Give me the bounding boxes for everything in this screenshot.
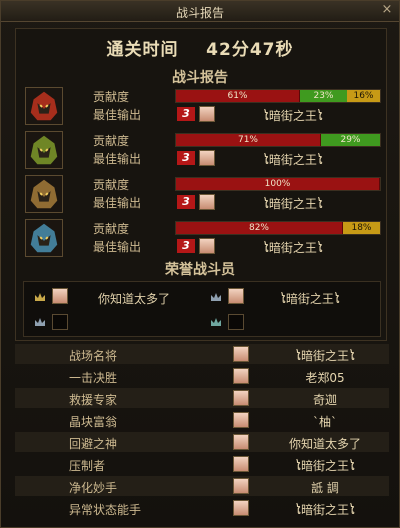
best-output-name: ໄ暗街之王ໄ [263, 241, 323, 255]
contribution-segment: 29% [321, 134, 380, 146]
award-row: 晶块富翁 `柚` [15, 410, 389, 430]
award-row: 回避之神 你知道太多了 [15, 432, 389, 452]
player-row: 贡献度 最佳输出 61% 23% 16% 3 ໄ暗街之王ໄ [23, 87, 383, 125]
contribution-segment: 82% [176, 222, 343, 234]
best-output-label: 最佳输出 [93, 196, 142, 210]
contribution-segment: 18% [343, 222, 380, 234]
player-row: 贡献度 最佳输出 100% 3 ໄ暗街之王ໄ [23, 175, 383, 213]
clear-time-label: 通关时间 [106, 40, 179, 60]
crown-icon [211, 293, 221, 301]
award-category: 异常状态能手 [69, 503, 142, 517]
crown-icon [35, 318, 45, 326]
honor-portrait-1 [52, 288, 68, 304]
honor-empty-slot [228, 314, 244, 330]
title-bar: 战斗报告 × [1, 1, 399, 22]
close-icon[interactable]: × [380, 3, 394, 17]
contribution-label: 贡献度 [93, 134, 130, 148]
award-row: 战场名将 ໄ暗街之王ໄ [15, 344, 389, 364]
award-player-name: 你知道太多了 [288, 437, 361, 451]
award-row: 异常状态能手 ໄ暗街之王ໄ [15, 498, 389, 518]
honor-portrait-2 [228, 288, 244, 304]
rank-badge: 3 [177, 195, 195, 209]
award-player-name: ໄ暗街之王ໄ [295, 349, 355, 363]
award-category: 战场名将 [69, 349, 118, 363]
award-player-name: `柚` [312, 415, 337, 429]
contribution-segment: 16% [347, 90, 380, 102]
character-portrait[interactable] [25, 219, 63, 257]
crown-icon [211, 318, 221, 326]
award-portrait [233, 478, 249, 494]
contribution-segment: 23% [300, 90, 347, 102]
honor-name-1: 你知道太多了 [98, 292, 171, 306]
clear-time: 通关时间 42分47秒 [1, 35, 399, 60]
award-row: 压制者 ໄ暗街之王ໄ [15, 454, 389, 474]
award-portrait [233, 500, 249, 516]
clear-time-value: 42分47秒 [206, 40, 294, 60]
rank-badge: 3 [177, 239, 195, 253]
best-output-portrait [199, 238, 215, 254]
award-player-name: 老郑05 [305, 371, 345, 385]
player-row: 贡献度 最佳输出 71% 29% 3 ໄ暗街之王ໄ [23, 131, 383, 169]
contribution-bar: 61% 23% 16% [175, 89, 381, 103]
award-row: 救援专家 奇迦 [15, 388, 389, 408]
award-player-name: 詆 調 [311, 481, 339, 495]
award-category: 压制者 [69, 459, 106, 473]
rank-badge: 3 [177, 107, 195, 121]
honor-box: 你知道太多了 ໄ暗街之王ໄ [23, 281, 381, 337]
contribution-label: 贡献度 [93, 222, 130, 236]
honor-section-title: 荣誉战斗员 [165, 262, 235, 278]
best-output-name: ໄ暗街之王ໄ [263, 109, 323, 123]
contribution-bar: 100% [175, 177, 381, 191]
player-row: 贡献度 最佳输出 82% 18% 3 ໄ暗街之王ໄ [23, 219, 383, 257]
best-output-portrait [199, 106, 215, 122]
contribution-label: 贡献度 [93, 90, 130, 104]
award-category: 回避之神 [69, 437, 118, 451]
honor-name-2: ໄ暗街之王ໄ [280, 292, 340, 306]
award-row: 净化妙手 詆 調 [15, 476, 389, 496]
award-category: 一击决胜 [69, 371, 118, 385]
award-player-name: 奇迦 [312, 393, 337, 407]
award-category: 救援专家 [69, 393, 118, 407]
award-portrait [233, 390, 249, 406]
award-portrait [233, 346, 249, 362]
battle-report-window: 战斗报告 × 通关时间 42分47秒 战斗报告 贡献度 最佳输出 61% 23% 1… [0, 0, 400, 528]
award-row: 一击决胜 老郑05 [15, 366, 389, 386]
contribution-segment: 100% [176, 178, 380, 190]
best-output-name: ໄ暗街之王ໄ [263, 197, 323, 211]
contribution-label: 贡献度 [93, 178, 130, 192]
award-category: 净化妙手 [69, 481, 118, 495]
character-portrait[interactable] [25, 175, 63, 213]
best-output-portrait [199, 194, 215, 210]
honor-empty-slot [52, 314, 68, 330]
award-player-name: ໄ暗街之王ໄ [295, 459, 355, 473]
rank-badge: 3 [177, 151, 195, 165]
award-portrait [233, 412, 249, 428]
contribution-bar: 71% 29% [175, 133, 381, 147]
award-portrait [233, 434, 249, 450]
best-output-label: 最佳输出 [93, 152, 142, 166]
contribution-segment: 71% [176, 134, 321, 146]
best-output-name: ໄ暗街之王ໄ [263, 153, 323, 167]
report-section-title: 战斗报告 [172, 70, 228, 86]
award-portrait [233, 368, 249, 384]
window-title: 战斗报告 [175, 6, 224, 20]
best-output-label: 最佳输出 [93, 108, 142, 122]
award-portrait [233, 456, 249, 472]
character-portrait[interactable] [25, 87, 63, 125]
contribution-bar: 82% 18% [175, 221, 381, 235]
crown-icon [35, 293, 45, 301]
award-player-name: ໄ暗街之王ໄ [295, 503, 355, 517]
contribution-segment: 61% [176, 90, 300, 102]
award-category: 晶块富翁 [69, 415, 118, 429]
best-output-label: 最佳输出 [93, 240, 142, 254]
character-portrait[interactable] [25, 131, 63, 169]
best-output-portrait [199, 150, 215, 166]
